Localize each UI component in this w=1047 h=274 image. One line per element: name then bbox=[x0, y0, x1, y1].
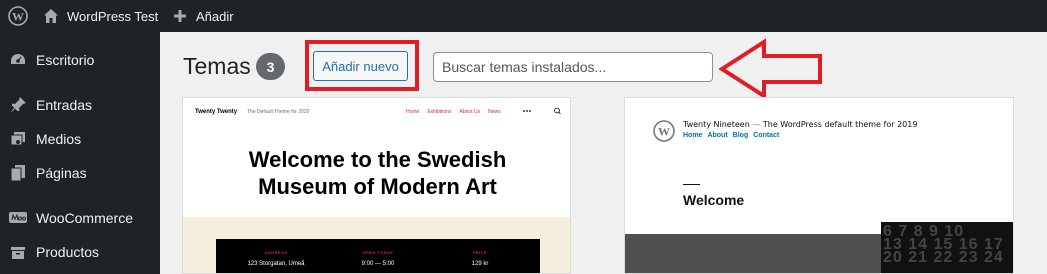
site-description-text: The WordPress default theme for 2019 bbox=[762, 120, 918, 129]
new-content-link[interactable]: Añadir bbox=[172, 0, 234, 32]
hero-line: Welcome to the Swedish bbox=[248, 147, 507, 172]
site-name-link[interactable]: WordPress Test bbox=[43, 0, 158, 32]
admin-bar: W WordPress Test Añadir bbox=[0, 0, 1047, 32]
search-themes-input[interactable] bbox=[433, 52, 713, 82]
dashboard-icon bbox=[8, 50, 28, 70]
theme-preview-nav-item: About bbox=[707, 132, 728, 139]
admin-sidebar: Escritorio Entradas Medios Páginas WooCo… bbox=[0, 32, 160, 274]
products-icon bbox=[8, 242, 28, 262]
sidebar-item-label: Productos bbox=[36, 244, 100, 260]
wordpress-logo-icon: W bbox=[653, 120, 675, 142]
theme-preview-site-title: Twenty Twenty bbox=[195, 109, 238, 115]
sidebar-item-media[interactable]: Medios bbox=[0, 122, 160, 156]
info-value: 123 Storgatan, Umeå bbox=[247, 261, 305, 267]
add-new-theme-button[interactable]: Añadir nuevo bbox=[313, 51, 408, 81]
sidebar-item-label: Entradas bbox=[36, 97, 93, 113]
sidebar-item-label: Páginas bbox=[36, 165, 87, 181]
site-name-label: WordPress Test bbox=[67, 8, 159, 24]
pin-icon bbox=[8, 95, 28, 115]
svg-text:W: W bbox=[658, 125, 670, 139]
theme-preview-nav-item: Contact bbox=[753, 132, 780, 139]
info-value: 129 kr bbox=[471, 261, 489, 267]
site-title-text: Twenty Nineteen bbox=[683, 120, 750, 129]
svg-text:W: W bbox=[12, 10, 24, 24]
theme-preview-menu-search-icons bbox=[523, 107, 561, 115]
theme-preview-heading: Welcome bbox=[683, 192, 745, 208]
calendar-numbers: 6 7 8 9 10 13 14 15 16 17 20 21 22 23 24 bbox=[883, 224, 1013, 266]
sidebar-item-label: Escritorio bbox=[36, 52, 95, 68]
heading-rule bbox=[683, 184, 700, 185]
sidebar-item-products[interactable]: Productos bbox=[0, 235, 160, 269]
theme-preview-nav: Home About Blog Contact bbox=[683, 132, 779, 139]
page-title: Temas bbox=[183, 53, 251, 79]
theme-preview-nav-item: Home bbox=[683, 132, 703, 139]
theme-card-twenty-twenty[interactable]: Twenty Twenty The Default Theme for 2020… bbox=[182, 97, 571, 274]
theme-preview-nav-item: Blog bbox=[732, 132, 749, 139]
media-icon bbox=[8, 129, 28, 149]
theme-preview-nav-item: About Us bbox=[459, 109, 481, 115]
info-label: PRICE bbox=[472, 250, 488, 255]
theme-preview-nav-item: Exhibitions bbox=[427, 109, 452, 115]
theme-preview-header: Twenty Twenty The Default Theme for 2020… bbox=[183, 98, 570, 128]
hero-line: Museum of Modern Art bbox=[258, 174, 497, 199]
calendar-row: 20 21 22 23 24 bbox=[883, 249, 1004, 266]
arrow-annotation-icon bbox=[718, 38, 822, 100]
theme-preview-tagline: The Default Theme for 2020 bbox=[247, 109, 310, 115]
sidebar-item-dashboard[interactable]: Escritorio bbox=[0, 43, 160, 77]
info-column: PRICE 129 kr bbox=[445, 250, 515, 267]
sidebar-item-woocommerce[interactable]: WooCommerce bbox=[0, 201, 160, 235]
new-content-label: Añadir bbox=[196, 8, 234, 24]
sidebar-item-posts[interactable]: Entradas bbox=[0, 88, 160, 122]
wordpress-logo-icon[interactable]: W bbox=[0, 0, 36, 32]
theme-preview-info-box: ADDRESS 123 Storgatan, Umeå OPEN TODAY 9… bbox=[216, 239, 540, 273]
sidebar-item-label: WooCommerce bbox=[36, 210, 133, 226]
theme-preview-nav: Home Exhibitions About Us News bbox=[406, 109, 501, 115]
info-label: OPEN TODAY bbox=[362, 250, 394, 255]
woocommerce-icon bbox=[8, 208, 28, 228]
info-value: 9:00 — 5:00 bbox=[361, 261, 395, 267]
sidebar-item-label: Medios bbox=[36, 131, 82, 147]
theme-card-twenty-nineteen[interactable]: W Twenty Nineteen — The WordPress defaul… bbox=[624, 97, 1014, 274]
theme-preview-nav-item: News bbox=[488, 109, 501, 115]
pages-icon bbox=[8, 163, 28, 183]
theme-count-badge: 3 bbox=[256, 53, 285, 80]
info-column: OPEN TODAY 9:00 — 5:00 bbox=[343, 250, 413, 267]
sidebar-item-pages[interactable]: Páginas bbox=[0, 156, 160, 190]
home-icon bbox=[43, 8, 59, 24]
info-column: ADDRESS 123 Storgatan, Umeå bbox=[241, 250, 311, 267]
title-separator: — bbox=[752, 120, 761, 129]
info-label: ADDRESS bbox=[264, 250, 288, 255]
theme-preview-nav-item: Home bbox=[406, 109, 420, 115]
theme-preview-site-title: Twenty Nineteen — The WordPress default … bbox=[683, 120, 917, 129]
plus-icon bbox=[172, 8, 188, 24]
theme-preview-hero-title: Welcome to the Swedish Museum of Modern … bbox=[183, 146, 570, 200]
